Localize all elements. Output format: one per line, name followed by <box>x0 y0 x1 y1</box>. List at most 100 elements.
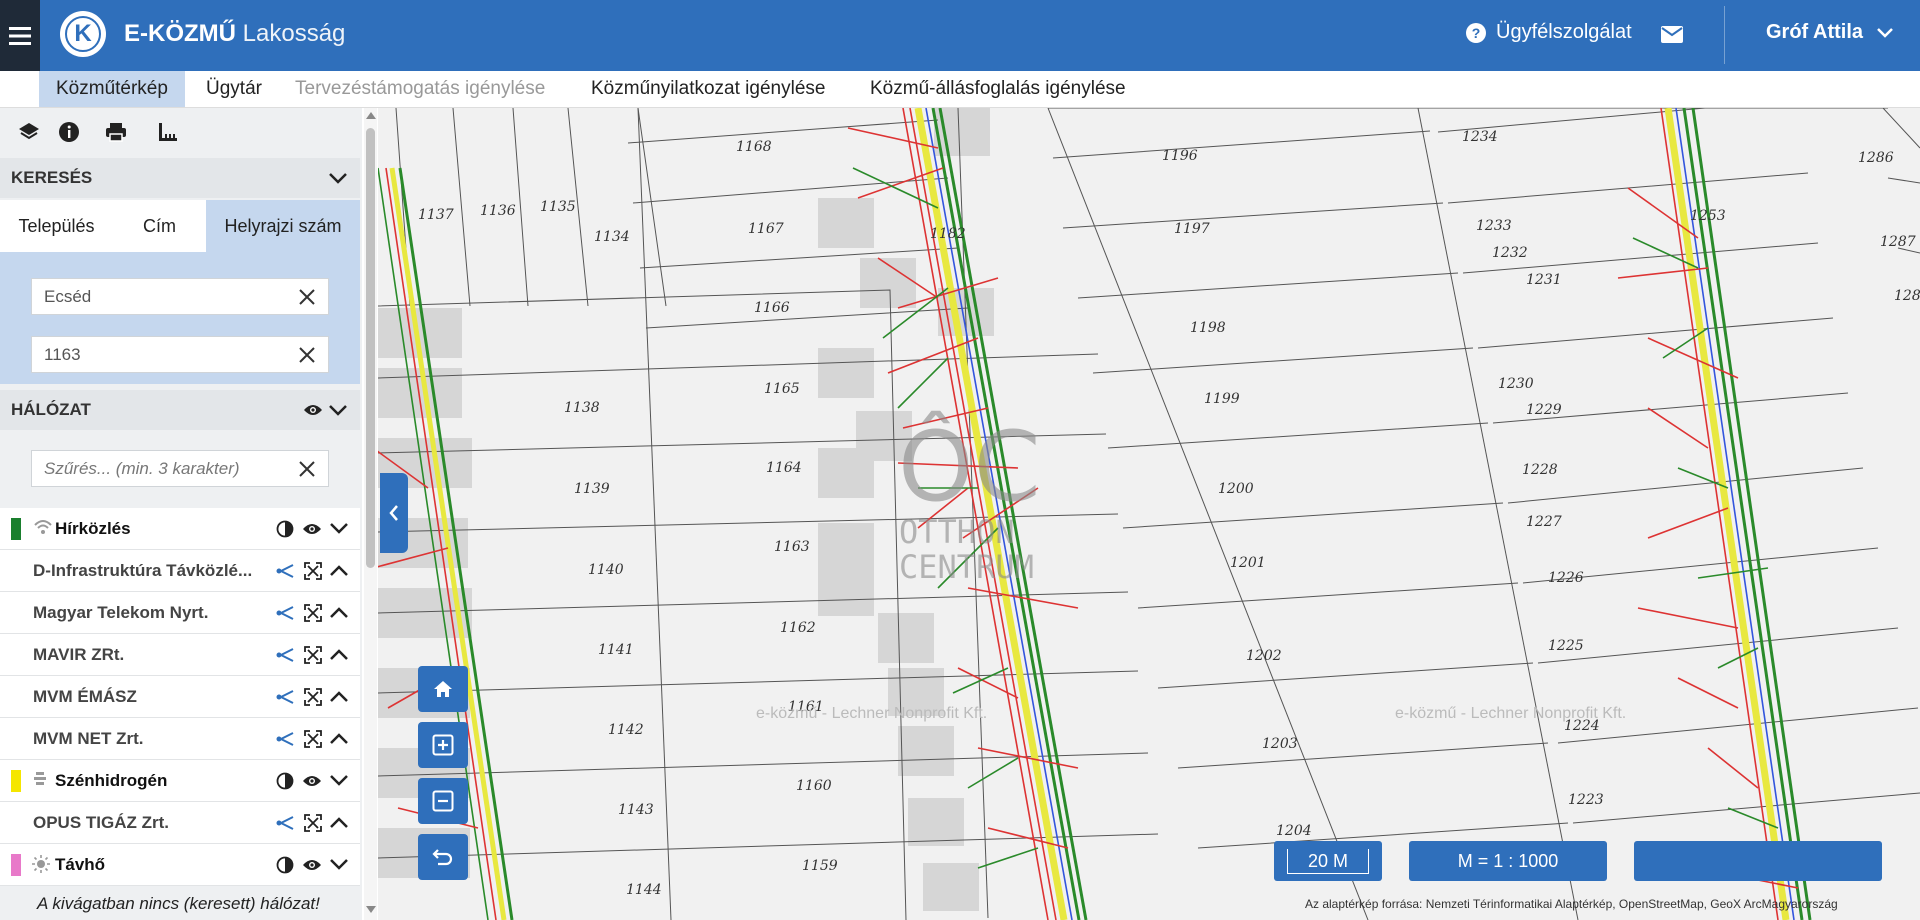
clear-parcel-button[interactable] <box>299 337 315 375</box>
nav-ugytar[interactable]: Ügytár <box>206 71 262 107</box>
user-name: Gróf Attila <box>1766 21 1864 43</box>
layers-button[interactable] <box>9 112 49 152</box>
chevron-up-icon[interactable] <box>330 691 348 702</box>
eye-icon[interactable] <box>303 403 323 417</box>
scrollbar-thumb[interactable] <box>366 128 375 568</box>
info-button[interactable] <box>49 112 89 152</box>
layer-group-szenhidrogen[interactable]: Szénhidrogén <box>0 760 360 802</box>
overlay-brand-line2: CENTRUM <box>899 548 1034 586</box>
tab-telepules[interactable]: Település <box>0 200 113 252</box>
eye-icon[interactable] <box>302 774 322 788</box>
print-button[interactable] <box>96 112 136 152</box>
wifi-icon <box>34 520 52 534</box>
search-section-header[interactable]: KERESÉS <box>0 158 360 198</box>
parcel-label-1159: 1159 <box>802 858 838 874</box>
contrast-icon[interactable] <box>276 520 294 538</box>
back-icon <box>432 849 453 866</box>
provider-name: Magyar Telekom Nyrt. <box>33 603 209 622</box>
clear-filter-button[interactable] <box>299 451 315 489</box>
nav-kozmuterkep[interactable]: Közműtérkép <box>39 71 185 107</box>
measure-button[interactable] <box>148 112 188 152</box>
chevron-up-icon[interactable] <box>330 649 348 660</box>
menu-button[interactable] <box>0 0 40 71</box>
zoom-extent-icon[interactable] <box>304 813 322 832</box>
zoom-extent-icon[interactable] <box>304 687 322 706</box>
chevron-down-icon[interactable] <box>330 523 348 534</box>
zoom-extent-icon[interactable] <box>304 729 322 748</box>
clear-settlement-button[interactable] <box>299 279 315 317</box>
layer-color-swatch <box>11 770 21 792</box>
parcel-label-1232: 1232 <box>1492 245 1528 261</box>
route-icon[interactable] <box>276 562 296 580</box>
route-icon[interactable] <box>276 730 296 748</box>
layer-provider-row[interactable]: MVM ÉMÁSZ <box>0 676 360 718</box>
chevron-up-icon[interactable] <box>330 607 348 618</box>
parcel-number-input[interactable]: 1163 <box>31 336 329 373</box>
zoom-extent-icon[interactable] <box>304 645 322 664</box>
layer-provider-row[interactable]: D-Infrastruktúra Távközlé... <box>0 550 360 592</box>
overlay-brand-mark: ÔC <box>898 410 1041 523</box>
zoom-extent-icon[interactable] <box>304 603 322 622</box>
route-icon[interactable] <box>276 604 296 622</box>
network-section-title: HÁLÓZAT <box>11 400 91 419</box>
layer-group-hirkozles[interactable]: Hírközlés <box>0 508 360 550</box>
layer-group-tavho[interactable]: Távhő <box>0 844 360 886</box>
tab-cim[interactable]: Cím <box>113 200 206 252</box>
sidebar-toolbar <box>0 108 360 156</box>
network-filter-input[interactable]: Szűrés... (min. 3 karakter) <box>31 450 329 487</box>
parcel-label-1203: 1203 <box>1262 736 1298 752</box>
zoom-in-button[interactable] <box>418 722 468 768</box>
layer-provider-row[interactable]: MVM NET Zrt. <box>0 718 360 760</box>
app-logo[interactable]: K <box>60 11 106 57</box>
chevron-down-icon <box>329 405 347 416</box>
layer-provider-row[interactable]: MAVIR ZRt. <box>0 634 360 676</box>
nav-kozmunyilatkozat[interactable]: Közműnyilatkozat igénylése <box>591 71 825 107</box>
chevron-down-icon[interactable] <box>330 859 348 870</box>
network-section-header[interactable]: HÁLÓZAT <box>0 390 360 430</box>
nav-kozmu-allasfoglalas[interactable]: Közmű-állásfoglalás igénylése <box>870 71 1126 107</box>
scroll-down-arrow[interactable] <box>366 906 376 913</box>
sidebar-scrollbar[interactable] <box>364 108 377 920</box>
parcel-label-1228: 1228 <box>1522 462 1558 478</box>
layer-provider-row[interactable]: Magyar Telekom Nyrt. <box>0 592 360 634</box>
layer-provider-row[interactable]: OPUS TIGÁZ Zrt. <box>0 802 360 844</box>
parcel-label-1226: 1226 <box>1548 570 1584 586</box>
route-icon[interactable] <box>276 814 296 832</box>
search-section-title: KERESÉS <box>11 168 93 187</box>
contrast-icon[interactable] <box>276 772 294 790</box>
layers-icon <box>19 123 39 140</box>
scroll-up-arrow[interactable] <box>366 112 376 119</box>
chevron-down-icon <box>329 173 347 184</box>
support-link[interactable]: ? Ügyfélszolgálat <box>1466 21 1632 44</box>
user-menu[interactable]: Gróf Attila <box>1766 21 1893 44</box>
route-icon[interactable] <box>276 646 296 664</box>
tab-helyrajzi-szam[interactable]: Helyrajzi szám <box>206 200 360 252</box>
network-filter-area: Szűrés... (min. 3 karakter) <box>0 432 360 508</box>
chevron-up-icon[interactable] <box>330 817 348 828</box>
zoom-out-button[interactable] <box>418 778 468 824</box>
contrast-icon[interactable] <box>276 856 294 874</box>
map-canvas[interactable]: 1137 1136 1135 1134 1168 1167 1166 1165 … <box>378 108 1920 920</box>
map-watermark: e-közmű - Lechner Nonprofit Kft. <box>1395 705 1627 722</box>
layer-group-name: Hírközlés <box>55 519 131 538</box>
chevron-up-icon[interactable] <box>330 565 348 576</box>
back-button[interactable] <box>418 834 468 880</box>
chevron-down-icon[interactable] <box>330 775 348 786</box>
mail-button[interactable] <box>1661 26 1683 48</box>
otthon-centrum-overlay: ÔC OTTHON CENTRUM <box>898 410 1041 586</box>
parcel-label-1204: 1204 <box>1276 823 1312 839</box>
collapse-sidebar-button[interactable] <box>380 473 408 553</box>
parcel-label-1229: 1229 <box>1526 402 1562 418</box>
eye-icon[interactable] <box>302 858 322 872</box>
parcel-label-1160: 1160 <box>796 778 832 794</box>
settlement-input[interactable]: Ecséd <box>31 278 329 315</box>
eye-icon[interactable] <box>302 522 322 536</box>
nav-tervezestamogatas[interactable]: Tervezéstámogatás igénylése <box>295 71 545 107</box>
chevron-up-icon[interactable] <box>330 733 348 744</box>
close-icon <box>299 289 315 305</box>
route-icon[interactable] <box>276 688 296 706</box>
map-view[interactable]: 1137 1136 1135 1134 1168 1167 1166 1165 … <box>378 108 1920 920</box>
search-form: Ecséd 1163 <box>0 252 360 384</box>
zoom-extent-icon[interactable] <box>304 561 322 580</box>
home-button[interactable] <box>418 666 468 712</box>
